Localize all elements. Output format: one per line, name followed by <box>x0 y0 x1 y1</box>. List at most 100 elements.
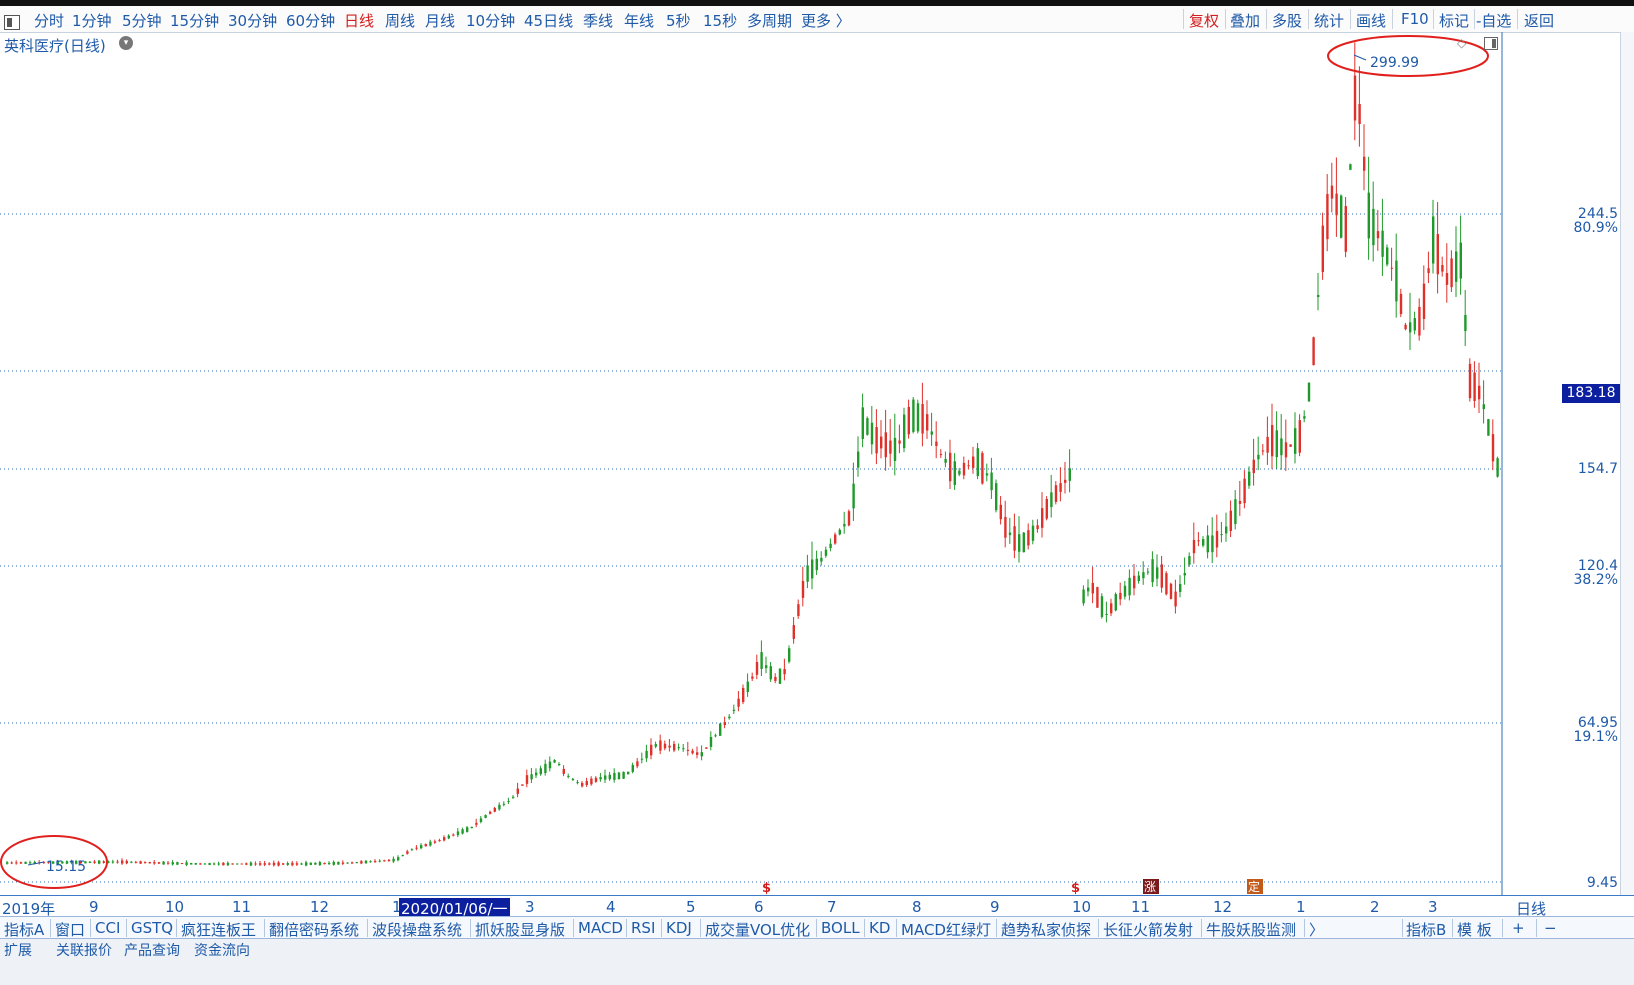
add-button[interactable]: + <box>1512 919 1525 937</box>
candle-body <box>461 829 464 834</box>
candle-body <box>1307 382 1311 402</box>
chevron-down-icon[interactable]: ▾ <box>119 36 133 50</box>
indicator-tab[interactable]: 成交量VOL优化 <box>705 919 810 940</box>
candle-body <box>295 863 299 865</box>
stock-title: 英科医疗(日线) <box>4 37 106 55</box>
tab-divider <box>1536 919 1537 937</box>
candle-body <box>226 862 230 866</box>
indicator-tab[interactable]: 指标B <box>1406 919 1446 940</box>
candle-body <box>438 840 441 842</box>
candle-body <box>456 831 460 836</box>
x-label: 8 <box>912 898 922 916</box>
bottom-tab[interactable]: 扩展 <box>4 940 32 960</box>
remove-button[interactable]: − <box>1544 919 1557 937</box>
candle-body <box>1317 294 1320 298</box>
candle-body <box>1427 268 1430 274</box>
candle-body <box>134 861 138 863</box>
candle-body <box>1091 582 1094 594</box>
template-tab[interactable]: 模 板 <box>1457 919 1492 940</box>
candle-body <box>157 862 161 864</box>
candle-body <box>861 407 864 439</box>
candle-body <box>705 747 708 749</box>
candle-body <box>1123 585 1127 597</box>
indicator-tab[interactable]: BOLL <box>821 919 860 937</box>
candle-body <box>355 862 358 864</box>
candle-body <box>1367 192 1370 239</box>
candle-body <box>866 418 869 435</box>
candle-body <box>1031 525 1035 541</box>
candle-body <box>870 422 874 445</box>
indicator-tab[interactable]: 翻倍密码系统 <box>269 919 359 940</box>
candle-body <box>719 723 722 736</box>
candle-body <box>1294 428 1297 454</box>
candle-body <box>176 862 179 865</box>
candle-body <box>1432 216 1435 264</box>
candle-body <box>797 604 800 617</box>
x-label: 10 <box>1072 898 1092 916</box>
candle-body <box>654 744 657 747</box>
candle-body <box>415 847 418 849</box>
candle-body <box>783 668 786 675</box>
candle-body <box>1284 442 1288 458</box>
indicator-tab[interactable]: 波段操盘系统 <box>372 919 462 940</box>
kline-chart[interactable]: 299.99 15.15 $ $ 涨 定 <box>0 0 1620 895</box>
indicator-tab[interactable]: KDJ <box>666 919 692 937</box>
candle-body <box>19 862 23 864</box>
panel-toggle-icon[interactable] <box>1484 37 1498 50</box>
indicator-tab[interactable]: 抓妖股显身版 <box>475 919 565 940</box>
candle-body <box>493 807 496 812</box>
candle-body <box>949 452 952 482</box>
candle-body <box>723 722 726 725</box>
candle-body <box>682 748 685 750</box>
candle-body <box>1409 322 1412 333</box>
indicator-tab[interactable]: MACD <box>578 919 623 937</box>
indicator-tab[interactable]: 长征火箭发射 <box>1103 919 1193 940</box>
right-scroll-frame[interactable] <box>1620 32 1634 916</box>
indicator-tab[interactable]: 疯狂连板王 <box>181 919 256 940</box>
candle-body <box>673 743 676 751</box>
candle-body <box>401 855 404 857</box>
indicator-tab[interactable]: RSI <box>631 919 655 937</box>
candle-body <box>1464 314 1467 332</box>
candle-body <box>1468 363 1472 399</box>
candle-body <box>420 845 423 849</box>
candle-body <box>737 698 740 707</box>
candle-body <box>139 861 142 864</box>
candle-body <box>755 662 759 675</box>
candle-body <box>222 862 225 866</box>
candle-body <box>599 777 602 780</box>
candle-body <box>1064 479 1067 483</box>
candle-body <box>525 775 529 784</box>
candle-body <box>1165 573 1168 595</box>
diamond-icon[interactable]: ◇ <box>1457 36 1466 50</box>
candle-body <box>29 862 32 864</box>
candle-body <box>1229 510 1232 531</box>
indicator-scroll-right[interactable]: 〉 <box>1309 919 1324 940</box>
indicator-tab[interactable]: 牛股妖股监测 <box>1206 919 1296 940</box>
candle-body <box>512 796 515 798</box>
candle-body <box>203 863 207 865</box>
candle-body <box>1054 485 1058 502</box>
indicator-tab[interactable]: CCI <box>95 919 120 937</box>
indicator-tab[interactable]: KD <box>869 919 890 937</box>
bottom-tab[interactable]: 关联报价 <box>56 940 112 960</box>
candle-body <box>479 818 483 822</box>
candle-body <box>1261 450 1265 452</box>
candle-body <box>999 504 1002 520</box>
candle-body <box>751 676 754 679</box>
candle-body <box>410 849 414 851</box>
indicator-tab[interactable]: 窗口 <box>55 919 85 940</box>
indicator-tab[interactable]: 指标A <box>4 919 44 940</box>
candle-body <box>1298 420 1301 453</box>
candle-body <box>976 448 979 477</box>
candle-body <box>1151 559 1154 583</box>
indicator-tab[interactable]: 趋势私家侦探 <box>1001 919 1091 940</box>
candle-body <box>167 862 170 864</box>
indicator-tab[interactable]: GSTQ <box>131 919 173 937</box>
candle-body <box>213 863 216 865</box>
indicator-tab[interactable]: MACD红绿灯 <box>901 919 991 940</box>
bottom-tab[interactable]: 产品查询 <box>124 940 180 960</box>
candle-body <box>1335 193 1338 216</box>
bottom-tab[interactable]: 资金流向 <box>194 940 250 960</box>
candle-body <box>1478 385 1481 400</box>
